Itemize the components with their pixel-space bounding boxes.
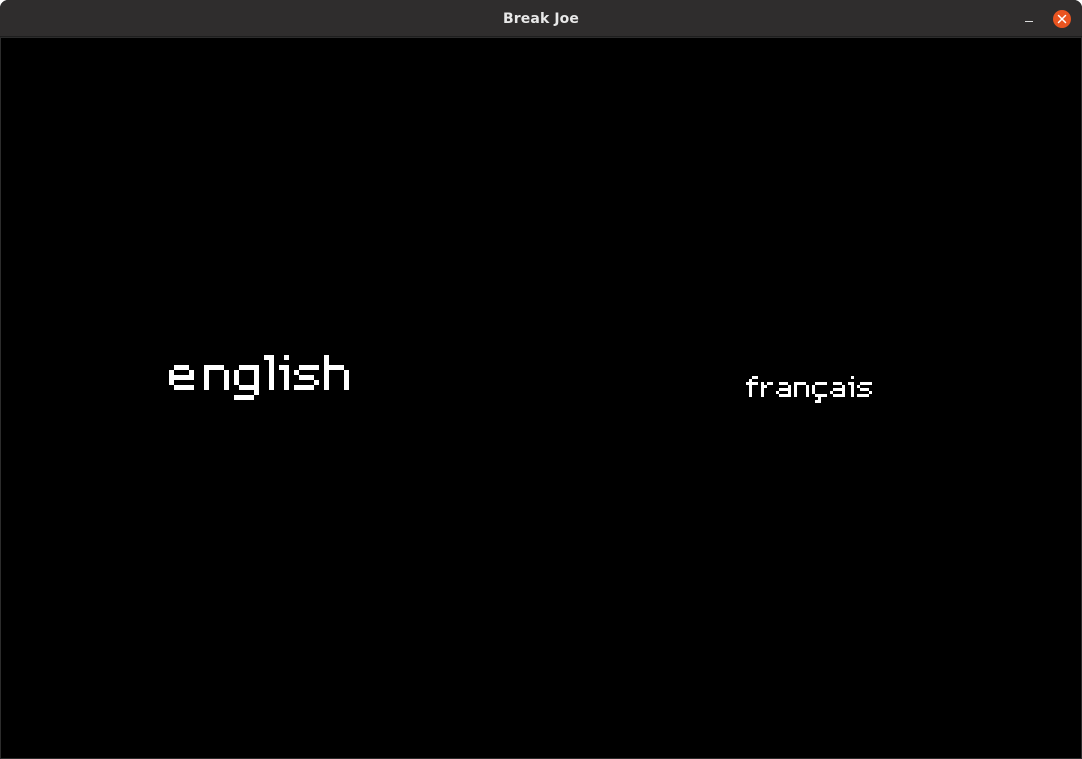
window-title: Break Joe bbox=[503, 11, 579, 27]
language-option-english[interactable]: english bbox=[169, 355, 349, 400]
language-option-francais[interactable]: français bbox=[746, 376, 872, 403]
title-bar[interactable]: Break Joe bbox=[0, 0, 1082, 37]
english-glyph bbox=[234, 365, 259, 400]
francais-glyph bbox=[761, 382, 773, 397]
english-glyph bbox=[294, 365, 319, 390]
francais-glyph bbox=[794, 382, 809, 397]
francais-glyph bbox=[776, 382, 791, 397]
francais-glyph bbox=[746, 376, 758, 397]
francais-pixel-text bbox=[746, 376, 872, 403]
english-glyph bbox=[204, 365, 229, 390]
english-glyph bbox=[324, 355, 349, 390]
english-glyph bbox=[279, 355, 289, 390]
game-canvas: english français bbox=[1, 38, 1081, 758]
english-glyph bbox=[264, 355, 274, 390]
english-pixel-text bbox=[169, 355, 349, 400]
francais-glyph bbox=[857, 382, 872, 397]
minimize-icon bbox=[1025, 21, 1033, 22]
close-icon bbox=[1057, 14, 1067, 24]
game-window: Break Joe english français bbox=[0, 0, 1082, 759]
francais-glyph bbox=[830, 382, 845, 397]
close-button[interactable] bbox=[1053, 10, 1071, 28]
english-glyph bbox=[169, 365, 194, 390]
francais-glyph bbox=[848, 376, 854, 397]
minimize-button[interactable] bbox=[1018, 10, 1040, 28]
francais-glyph bbox=[812, 382, 827, 403]
